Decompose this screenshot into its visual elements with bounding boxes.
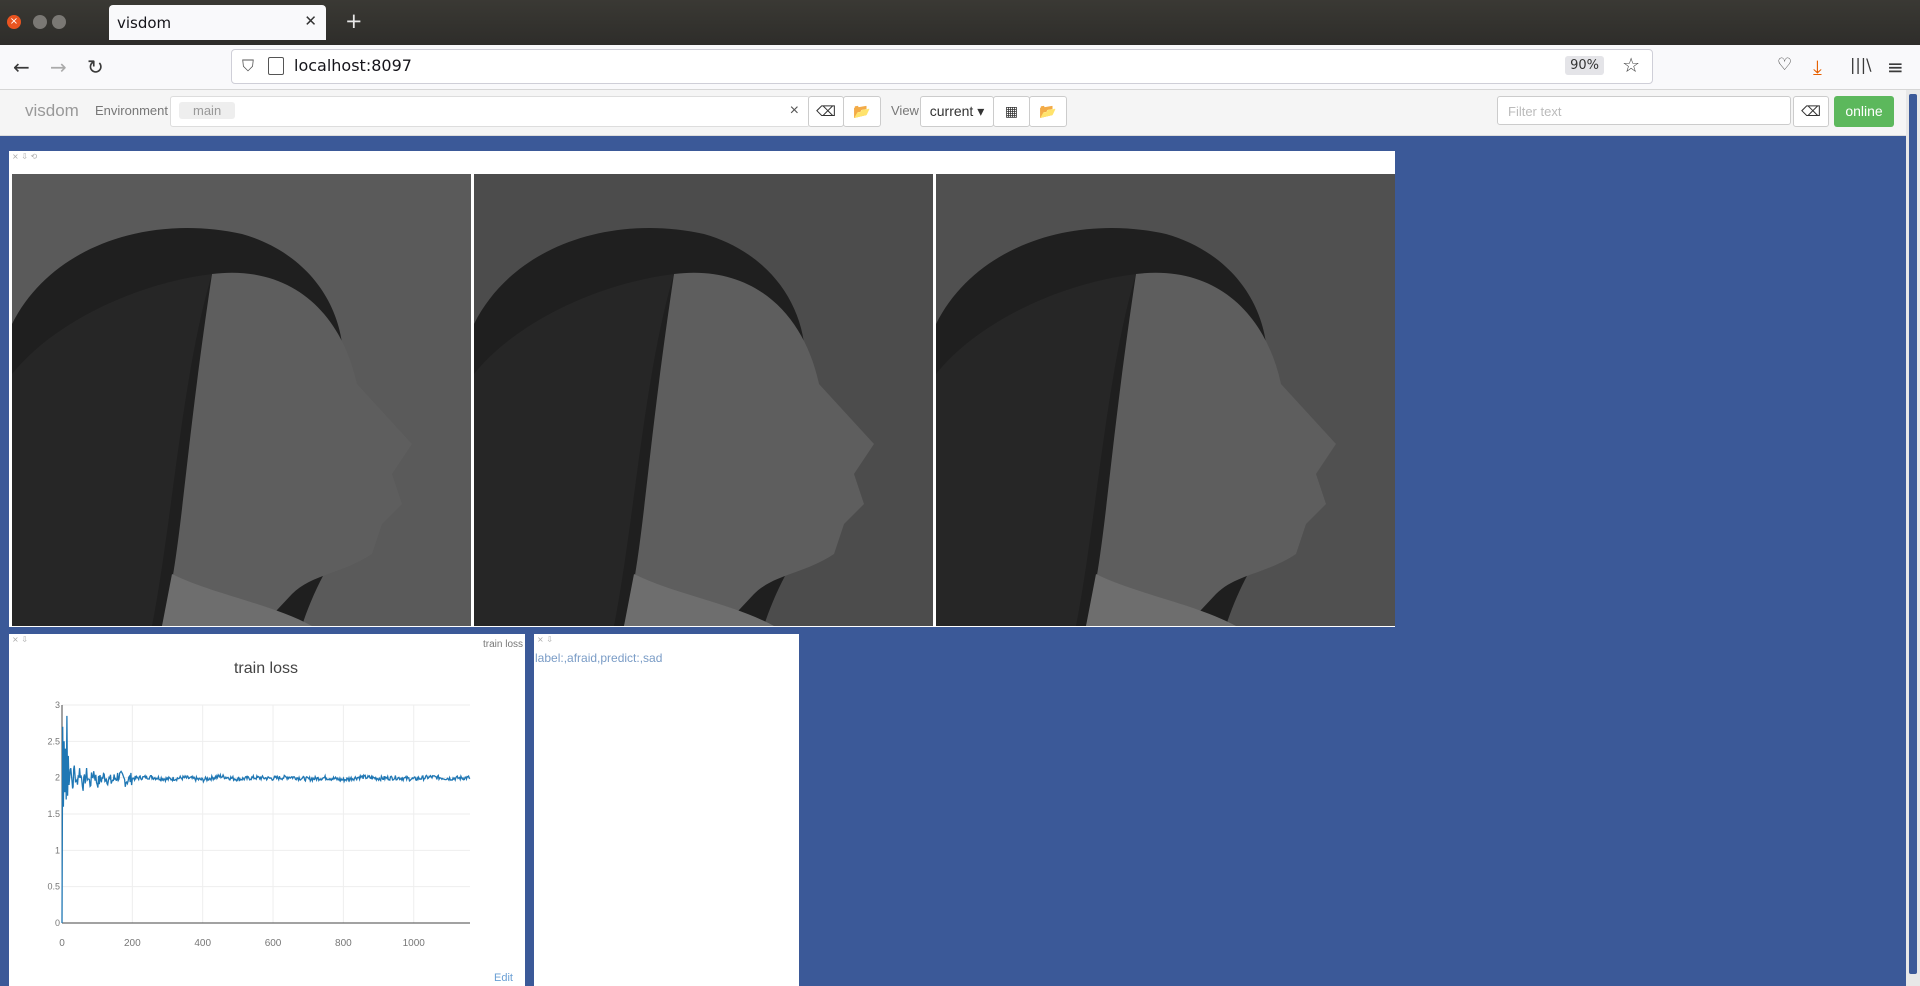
manage-env-folder-icon[interactable]: 📂 (843, 96, 881, 127)
shield-icon[interactable]: ⛉ (242, 56, 254, 76)
online-status-button[interactable]: online (1834, 96, 1894, 127)
environment-select[interactable]: main × (170, 96, 810, 127)
y-tick-label: 1 (55, 845, 60, 855)
environment-label: Environment (95, 103, 168, 118)
browser-tab-bar: × visdom ✕ + (0, 0, 1920, 45)
library-icon[interactable]: |||\ (1850, 55, 1872, 74)
zoom-level[interactable]: 90% (1565, 56, 1604, 75)
environment-chip[interactable]: main (179, 102, 236, 119)
train-loss-chart[interactable]: train loss 0 200 400 600 800 1000 0 0.5 1 1.5 2 2.5 3 (9, 634, 525, 986)
visdom-brand[interactable]: visdom (25, 101, 79, 121)
pane-controls[interactable]: × ⇩ (537, 635, 553, 644)
window-maximize-icon[interactable] (52, 15, 66, 29)
url-bar[interactable]: ⛉ localhost:8097 90% ☆ (231, 49, 1653, 84)
clear-environment-icon[interactable]: × (790, 102, 799, 120)
text-pane[interactable]: × ⇩ label:,afraid,predict:,sad (534, 634, 799, 986)
x-tick-label: 400 (194, 938, 211, 949)
y-tick-label: 0 (55, 918, 60, 928)
scrollbar-thumb[interactable] (1909, 94, 1917, 974)
url-text[interactable]: localhost:8097 (294, 56, 412, 75)
y-tick-label: 2.5 (47, 736, 60, 746)
clear-env-eraser-icon[interactable]: ⌫ (808, 96, 844, 127)
filter-input[interactable]: Filter text (1497, 96, 1791, 125)
clear-filter-eraser-icon[interactable]: ⌫ (1793, 96, 1829, 127)
browser-nav-bar: ← → ↻ ⛉ localhost:8097 90% ☆ ♡ ⤓ |||\ ≡ (0, 45, 1920, 90)
x-tick-label: 600 (265, 938, 282, 949)
new-tab-icon[interactable]: + (345, 9, 363, 33)
tab-title: visdom (117, 14, 172, 32)
face-image (12, 174, 471, 626)
face-image (474, 174, 933, 626)
train-loss-pane[interactable]: × ⇩ train loss train loss 0 200 400 600 800 10… (9, 634, 525, 986)
pane-controls[interactable]: × ⇩ ⟲ (12, 152, 37, 161)
manage-views-folder-icon[interactable]: 📂 (1029, 96, 1067, 127)
x-tick-label: 800 (335, 938, 352, 949)
x-tick-label: 1000 (403, 938, 426, 949)
images-pane[interactable]: × ⇩ ⟲ (9, 151, 1395, 627)
view-select-value: current (929, 103, 974, 119)
x-tick-label: 0 (59, 938, 65, 949)
page-scrollbar[interactable] (1906, 90, 1920, 986)
y-tick-label: 0.5 (47, 882, 60, 892)
browser-tab[interactable]: visdom ✕ (109, 5, 326, 40)
back-icon[interactable]: ← (13, 55, 30, 79)
repack-grid-icon[interactable]: ▦ (993, 96, 1030, 127)
window-minimize-icon[interactable] (33, 15, 47, 29)
tab-close-icon[interactable]: ✕ (304, 12, 317, 30)
window-close-icon[interactable]: × (7, 15, 21, 29)
bookmark-star-icon[interactable]: ☆ (1622, 53, 1640, 77)
reload-icon[interactable]: ↻ (87, 55, 104, 79)
y-tick-label: 1.5 (47, 809, 60, 819)
chart-title: train loss (234, 660, 298, 677)
page-info-icon[interactable] (268, 57, 284, 75)
y-tick-label: 2 (55, 773, 60, 783)
visdom-toolbar: visdom Environment main × ⌫ 📂 View curre… (0, 90, 1920, 136)
face-image (936, 174, 1395, 626)
edit-link[interactable]: Edit (494, 972, 513, 984)
view-label: View (891, 103, 919, 118)
x-tick-label: 200 (124, 938, 141, 949)
forward-icon[interactable]: → (50, 55, 67, 79)
prediction-text: label:,afraid,predict:,sad (535, 651, 663, 665)
menu-icon[interactable]: ≡ (1887, 55, 1904, 79)
y-tick-label: 3 (55, 700, 60, 710)
download-icon[interactable]: ⤓ (1813, 55, 1822, 79)
loss-series-line (61, 715, 471, 924)
pocket-icon[interactable]: ♡ (1777, 55, 1792, 75)
view-select[interactable]: current ▾ (920, 96, 994, 127)
